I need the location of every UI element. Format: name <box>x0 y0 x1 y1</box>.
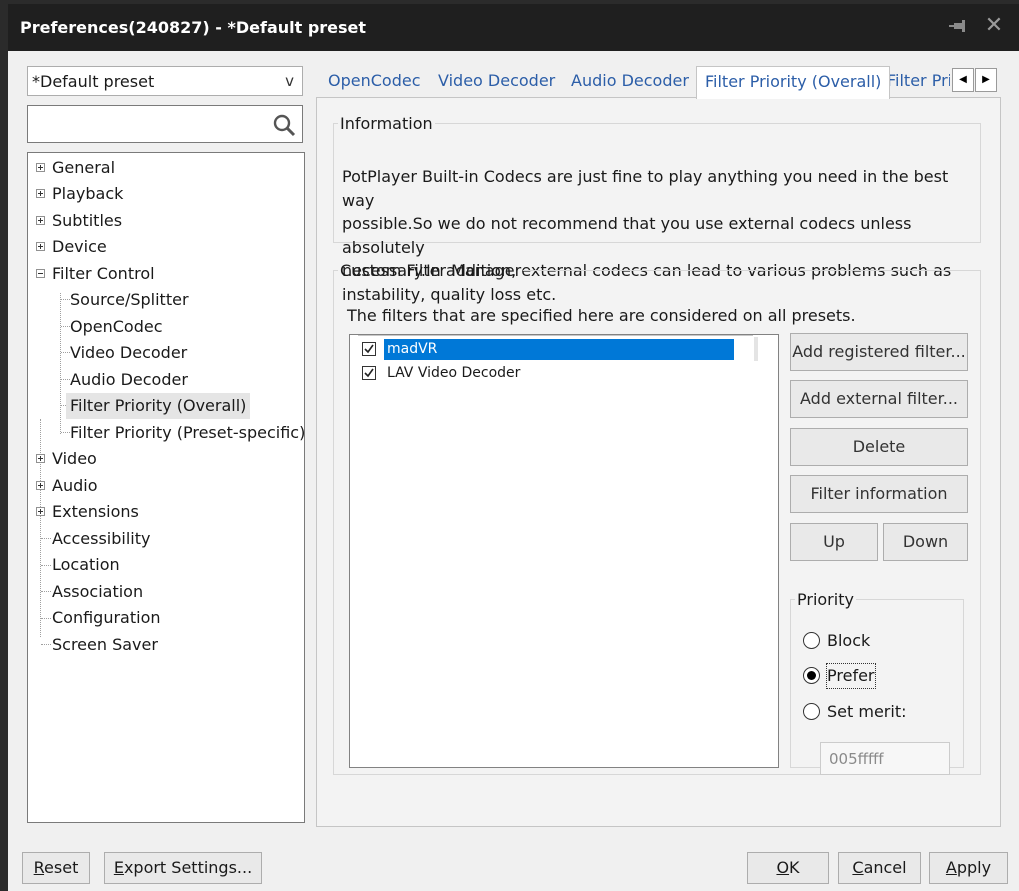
add-registered-filter-button[interactable]: Add registered filter... <box>790 333 968 371</box>
tab-scroll-right-icon[interactable]: ▶ <box>975 68 997 92</box>
expand-icon[interactable] <box>36 454 45 463</box>
filter-checkbox[interactable] <box>362 366 376 380</box>
radio-button[interactable] <box>803 667 820 684</box>
list-scrollbar[interactable] <box>754 337 758 361</box>
cancel-button[interactable]: Cancel <box>838 852 921 884</box>
add-external-filter-button[interactable]: Add external filter... <box>790 380 968 418</box>
expand-icon[interactable] <box>36 507 45 516</box>
radio-button[interactable] <box>803 703 820 720</box>
expand-icon[interactable] <box>36 163 45 172</box>
collapse-icon[interactable] <box>36 269 45 278</box>
tab-filter-priority-preset[interactable]: Filter Pri <box>887 66 950 96</box>
merit-value-input[interactable] <box>820 742 950 775</box>
chevron-down-icon: v <box>285 72 294 90</box>
search-input[interactable] <box>32 112 266 138</box>
tab-video-decoder[interactable]: Video Decoder <box>438 66 555 96</box>
preset-dropdown[interactable]: *Default preset v <box>27 66 303 96</box>
custom-filter-description: The filters that are specified here are … <box>347 306 856 325</box>
settings-tree: General Playback Subtitles Device Filter… <box>27 152 305 823</box>
window-title: Preferences(240827) - *Default preset <box>20 18 367 37</box>
priority-group: Priority Block Prefer Set merit: <box>790 590 964 775</box>
preferences-window: Preferences(240827) - *Default preset ✕ … <box>8 4 1019 891</box>
down-button[interactable]: Down <box>883 523 968 561</box>
tab-strip: OpenCodec Video Decoder Audio Decoder Fi… <box>316 66 1019 99</box>
apply-button[interactable]: Apply <box>929 852 1008 884</box>
expand-icon[interactable] <box>36 481 45 490</box>
custom-filter-manager-group: Custom Filter Manager The filters that a… <box>333 261 981 775</box>
filter-list[interactable]: madVR LAV Video Decoder <box>349 334 779 768</box>
up-button[interactable]: Up <box>790 523 878 561</box>
ok-button[interactable]: OK <box>747 852 829 884</box>
tab-audio-decoder[interactable]: Audio Decoder <box>571 66 689 96</box>
expand-icon[interactable] <box>36 189 45 198</box>
expand-icon[interactable] <box>36 242 45 251</box>
list-scroll-indicator <box>358 335 753 336</box>
reset-button[interactable]: Reset <box>22 852 90 884</box>
tab-scroll-left-icon[interactable]: ◀ <box>952 68 974 92</box>
search-icon[interactable] <box>272 113 296 137</box>
pin-icon[interactable] <box>948 16 970 38</box>
custom-filter-manager-legend: Custom Filter Manager <box>340 261 522 280</box>
delete-button[interactable]: Delete <box>790 428 968 466</box>
filter-checkbox[interactable] <box>362 342 376 356</box>
title-bar[interactable]: Preferences(240827) - *Default preset ✕ <box>8 4 1019 51</box>
export-settings-button[interactable]: Export Settings... <box>104 852 262 884</box>
tab-filter-priority-overall[interactable]: Filter Priority (Overall) <box>696 66 891 99</box>
radio-button[interactable] <box>803 632 820 649</box>
expand-icon[interactable] <box>36 216 45 225</box>
filter-item-madvr[interactable]: madVR <box>360 339 740 360</box>
tab-opencodec[interactable]: OpenCodec <box>328 66 421 96</box>
settings-search <box>27 105 303 143</box>
preset-dropdown-value: *Default preset <box>32 72 155 91</box>
priority-legend: Priority <box>797 590 854 609</box>
filter-information-button[interactable]: Filter information <box>790 475 968 513</box>
filter-item-lav-video-decoder[interactable]: LAV Video Decoder <box>360 363 740 384</box>
close-icon[interactable]: ✕ <box>982 14 1006 38</box>
information-group: Information PotPlayer Built-in Codecs ar… <box>333 114 981 304</box>
tab-content-panel: Information PotPlayer Built-in Codecs ar… <box>316 97 1001 827</box>
information-legend: Information <box>340 114 433 133</box>
